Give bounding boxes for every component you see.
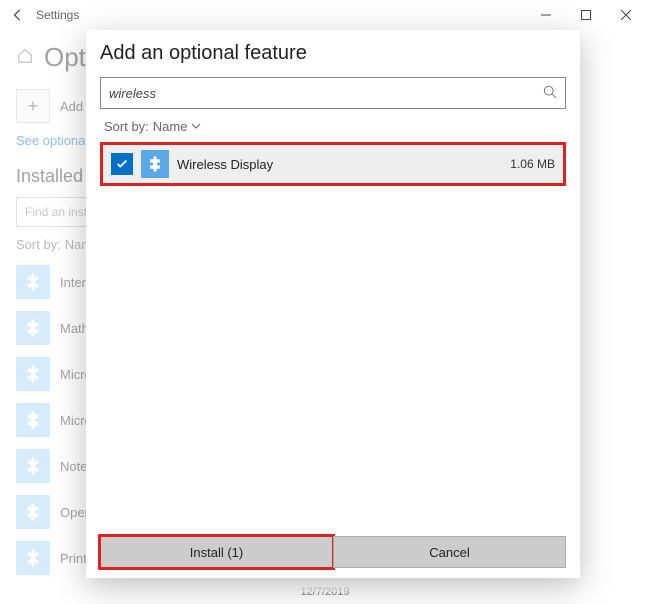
back-button[interactable] xyxy=(4,1,32,29)
install-button[interactable]: Install (1) xyxy=(100,536,333,568)
puzzle-icon xyxy=(141,150,169,178)
dialog-sort-label: Sort by: xyxy=(104,119,149,134)
search-field[interactable] xyxy=(109,86,543,101)
app-title: Settings xyxy=(36,8,79,22)
dialog-sort-row[interactable]: Sort by: Name xyxy=(104,119,566,134)
checkbox-checked[interactable] xyxy=(111,153,133,175)
dialog-sort-value: Name xyxy=(153,119,188,134)
close-button[interactable] xyxy=(606,1,646,29)
dialog-title: Add an optional feature xyxy=(100,42,566,65)
search-input[interactable] xyxy=(100,77,566,109)
search-icon xyxy=(543,85,557,102)
dialog-buttons: Install (1) Cancel xyxy=(100,536,566,568)
cancel-label: Cancel xyxy=(429,545,469,560)
titlebar: Settings xyxy=(0,0,650,30)
feature-name: Wireless Display xyxy=(177,157,502,172)
install-label: Install (1) xyxy=(190,545,243,560)
cancel-button[interactable]: Cancel xyxy=(333,536,566,568)
feature-result-row[interactable]: Wireless Display 1.06 MB xyxy=(100,142,566,186)
feature-size: 1.06 MB xyxy=(510,157,555,171)
add-feature-dialog: Add an optional feature Sort by: Name Wi… xyxy=(86,30,580,578)
chevron-down-icon xyxy=(191,119,201,134)
maximize-button[interactable] xyxy=(566,1,606,29)
minimize-button[interactable] xyxy=(526,1,566,29)
